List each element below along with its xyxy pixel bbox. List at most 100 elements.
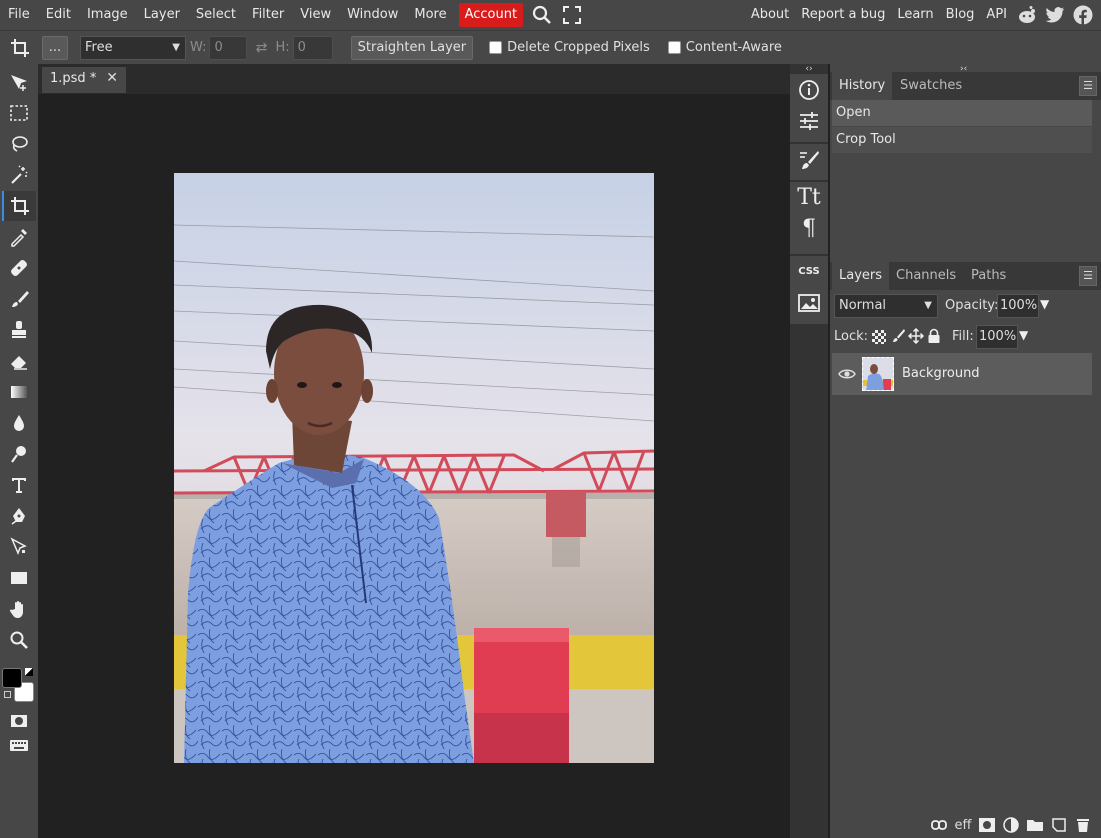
search-icon[interactable] <box>527 0 557 30</box>
path-select-icon[interactable] <box>2 532 36 562</box>
swap-colors-icon[interactable] <box>25 668 33 676</box>
dodge-icon[interactable] <box>2 439 36 469</box>
tab-paths[interactable]: Paths <box>964 262 1013 290</box>
adjustments-icon[interactable] <box>790 105 828 136</box>
keyboard-icon[interactable] <box>2 730 36 760</box>
swap-icon[interactable]: ⇄ <box>247 40 275 56</box>
image-icon[interactable] <box>790 287 828 318</box>
tab-history[interactable]: History <box>832 72 893 100</box>
adjustment-layer-icon[interactable] <box>1001 815 1021 835</box>
eyedropper-icon[interactable] <box>2 222 36 252</box>
new-layer-icon[interactable] <box>1049 815 1069 835</box>
reddit-icon[interactable] <box>1013 0 1041 30</box>
more-options-button[interactable]: ... <box>42 35 68 60</box>
fullscreen-icon[interactable] <box>557 0 587 30</box>
panel-menu-icon[interactable]: ☰ <box>1079 266 1097 286</box>
content-aware-checkbox[interactable]: Content-Aware <box>667 40 782 55</box>
healing-brush-icon[interactable] <box>2 253 36 283</box>
css-icon[interactable]: CSS <box>790 256 828 287</box>
document-tab[interactable]: 1.psd * ✕ <box>42 67 126 93</box>
tab-layers[interactable]: Layers <box>832 262 890 290</box>
checkbox-box[interactable] <box>667 41 681 54</box>
magic-wand-icon[interactable] <box>2 160 36 190</box>
rectangle-tool-icon[interactable] <box>2 563 36 593</box>
paragraph-icon[interactable]: ¶ <box>790 213 828 244</box>
ratio-select[interactable]: Free ▼ <box>80 35 186 60</box>
height-input[interactable]: 0 <box>292 35 333 60</box>
menu-filter[interactable]: Filter <box>244 0 292 30</box>
link-blog[interactable]: Blog <box>940 0 981 30</box>
eraser-icon[interactable] <box>2 346 36 376</box>
facebook-icon[interactable] <box>1069 0 1097 30</box>
opacity-dropdown-icon[interactable]: ▼ <box>1040 297 1049 311</box>
gradient-icon[interactable] <box>2 377 36 407</box>
close-icon[interactable]: ✕ <box>106 70 118 86</box>
new-group-icon[interactable] <box>1025 815 1045 835</box>
blend-mode-select[interactable]: Normal ▼ <box>834 294 938 318</box>
link-learn[interactable]: Learn <box>891 0 939 30</box>
history-item[interactable]: Open <box>832 100 1092 126</box>
link-report-bug[interactable]: Report a bug <box>795 0 891 30</box>
fill-input[interactable]: 100% <box>976 325 1018 349</box>
opacity-input[interactable]: 100% <box>997 294 1039 318</box>
menu-window[interactable]: Window <box>339 0 406 30</box>
ratio-value: Free <box>85 39 113 55</box>
panel-menu-icon[interactable]: ☰ <box>1079 76 1097 96</box>
account-button[interactable]: Account <box>458 3 524 27</box>
fill-dropdown-icon[interactable]: ▼ <box>1019 328 1028 342</box>
tab-channels[interactable]: Channels <box>889 262 963 290</box>
tab-swatches[interactable]: Swatches <box>893 72 969 100</box>
reset-colors-icon[interactable] <box>4 691 11 698</box>
foreground-color-swatch[interactable] <box>2 668 22 688</box>
delete-layer-icon[interactable] <box>1073 815 1093 835</box>
type-tool-icon[interactable] <box>2 470 36 500</box>
move-tool-icon[interactable] <box>2 68 36 98</box>
stamp-icon[interactable] <box>2 315 36 345</box>
lock-transparency-icon[interactable] <box>872 330 886 344</box>
menu-edit[interactable]: Edit <box>38 0 79 30</box>
collapse-arrows-icon[interactable]: ‹› <box>790 64 828 74</box>
color-swatches[interactable] <box>2 666 36 704</box>
delete-cropped-label: Delete Cropped Pixels <box>507 40 650 55</box>
brush-settings-icon[interactable] <box>790 144 828 175</box>
canvas-image[interactable] <box>174 173 654 763</box>
layer-mask-icon[interactable] <box>977 815 997 835</box>
link-api[interactable]: API <box>980 0 1013 30</box>
document-tabs: 1.psd * ✕ <box>38 64 790 94</box>
layer-effects-icon[interactable]: eff <box>953 815 973 835</box>
straighten-layer-button[interactable]: Straighten Layer <box>350 35 474 60</box>
character-icon[interactable]: Tt <box>790 182 828 213</box>
visibility-eye-icon[interactable] <box>838 367 856 385</box>
lock-all-icon[interactable] <box>927 328 941 348</box>
brush-icon[interactable] <box>2 284 36 314</box>
layer-row[interactable]: Background <box>832 353 1092 395</box>
canvas-area[interactable] <box>38 94 790 838</box>
menu-view[interactable]: View <box>292 0 339 30</box>
lock-move-icon[interactable] <box>907 327 925 348</box>
menu-image[interactable]: Image <box>79 0 136 30</box>
layers-bottom-bar: eff <box>830 812 1101 838</box>
content-aware-label: Content-Aware <box>685 40 782 55</box>
pen-tool-icon[interactable] <box>2 501 36 531</box>
crop-tool-icon <box>0 31 40 65</box>
history-item[interactable]: Crop Tool <box>832 127 1092 153</box>
twitter-icon[interactable] <box>1041 0 1069 30</box>
link-about[interactable]: About <box>745 0 795 30</box>
width-input[interactable]: 0 <box>209 35 248 60</box>
menu-select[interactable]: Select <box>188 0 244 30</box>
lock-brush-icon[interactable] <box>890 328 906 348</box>
zoom-tool-icon[interactable] <box>2 625 36 655</box>
link-layers-icon[interactable] <box>929 815 949 835</box>
tools-panel <box>0 64 38 838</box>
hand-tool-icon[interactable] <box>2 594 36 624</box>
marquee-tool-icon[interactable] <box>2 98 36 128</box>
delete-cropped-checkbox[interactable]: Delete Cropped Pixels <box>489 40 650 55</box>
info-icon[interactable] <box>790 74 828 105</box>
menu-file[interactable]: File <box>0 0 38 30</box>
lasso-tool-icon[interactable] <box>2 129 36 159</box>
blur-icon[interactable] <box>2 408 36 438</box>
crop-tool-icon[interactable] <box>2 191 36 221</box>
menu-layer[interactable]: Layer <box>136 0 188 30</box>
checkbox-box[interactable] <box>489 41 503 54</box>
menu-more[interactable]: More <box>406 0 454 30</box>
